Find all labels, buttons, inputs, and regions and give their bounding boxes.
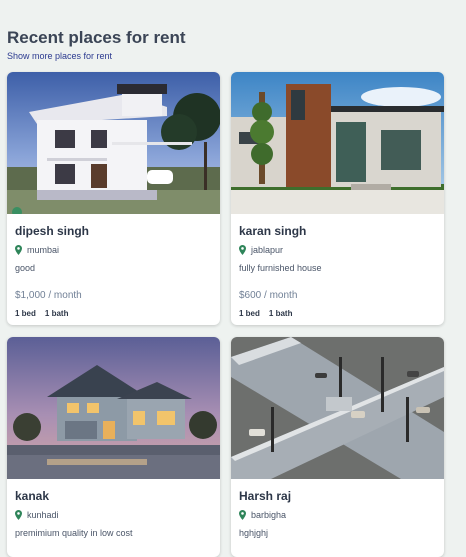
map-pin-icon <box>15 245 22 255</box>
listing-name[interactable]: dipesh singh <box>15 224 212 240</box>
listing-location: jablapur <box>239 245 436 255</box>
listing-photo[interactable] <box>7 337 220 479</box>
listing-location: barbigha <box>239 510 436 520</box>
listing-card[interactable]: karan singh jablapur fully furnished hou… <box>231 72 444 325</box>
location-text: kunhadi <box>27 510 59 520</box>
section-title: Recent places for rent <box>7 28 186 47</box>
listing-specs: 1 bed 1 bath <box>239 309 436 318</box>
beds-count: 1 bed <box>239 309 260 318</box>
baths-count: 1 bath <box>268 309 293 318</box>
listing-photo[interactable] <box>231 337 444 479</box>
baths-count: 1 bath <box>44 309 69 318</box>
listing-location: kunhadi <box>15 510 212 520</box>
listing-photo[interactable] <box>7 72 220 214</box>
listing-location: mumbai <box>15 245 212 255</box>
listing-description: fully furnished house <box>239 263 322 273</box>
map-pin-icon <box>15 510 22 520</box>
listing-price: $1,000 / month <box>15 290 82 301</box>
listing-description: premimium quality in low cost <box>15 528 133 538</box>
listing-photo[interactable] <box>231 72 444 214</box>
listing-price: $600 / month <box>239 290 298 301</box>
map-pin-icon <box>239 245 246 255</box>
listing-name[interactable]: karan singh <box>239 224 436 240</box>
location-text: jablapur <box>251 245 284 255</box>
listing-name[interactable]: Harsh raj <box>239 489 436 505</box>
location-text: barbigha <box>251 510 287 520</box>
listing-card[interactable]: kanak kunhadi premimium quality in low c… <box>7 337 220 557</box>
listing-description: hghjghj <box>239 528 269 538</box>
beds-count: 1 bed <box>15 309 36 318</box>
listing-description: good <box>15 263 36 273</box>
map-pin-icon <box>239 510 246 520</box>
listing-card[interactable]: dipesh singh mumbai good $1,000 / month … <box>7 72 220 325</box>
listing-specs: 1 bed 1 bath <box>15 309 212 318</box>
listing-name[interactable]: kanak <box>15 489 212 505</box>
show-more-link[interactable]: Show more places for rent <box>7 51 112 61</box>
listing-card[interactable]: Harsh raj barbigha hghjghj <box>231 337 444 557</box>
location-text: mumbai <box>27 245 60 255</box>
